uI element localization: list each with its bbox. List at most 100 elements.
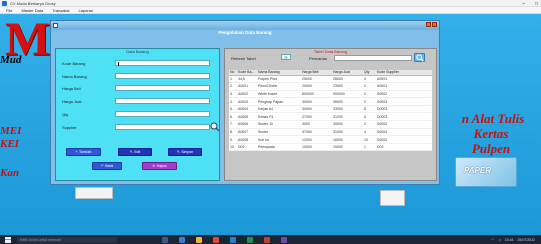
hapus-button[interactable]: ✕ Hapus (142, 162, 177, 170)
clock-time[interactable]: 15:44 (505, 238, 514, 242)
table-cell[interactable]: A0001 (237, 82, 257, 91)
table-cell[interactable]: 8 (363, 105, 376, 114)
simpan-button[interactable]: ✎ Simpan (168, 148, 202, 156)
table-cell[interactable]: D0003 (376, 105, 432, 114)
edge-icon[interactable] (179, 236, 185, 243)
table-cell[interactable]: A0006 (237, 120, 257, 129)
table-cell[interactable]: 27000 (301, 112, 332, 122)
table-cell[interactable]: 10000 (301, 143, 332, 152)
table-cell[interactable]: S0002 (376, 90, 432, 99)
supplier-search-button[interactable] (210, 122, 220, 132)
table-cell[interactable]: Pensquala (257, 143, 301, 152)
table-cell[interactable]: 1. (229, 75, 237, 84)
powerpoint-icon[interactable] (264, 236, 270, 243)
search-input[interactable] (334, 55, 412, 61)
table-cell[interactable]: D02 (237, 143, 257, 152)
windows-start-icon[interactable] (5, 236, 11, 243)
table-cell[interactable]: 5. (229, 105, 237, 114)
maximize-icon[interactable]: □ (535, 1, 538, 7)
table-cell[interactable]: Pensil 2b/bb (257, 82, 301, 91)
edit-button[interactable]: ✎ Edit (118, 148, 152, 156)
table-row[interactable]: 3. A0002 White board 800000 900000 2 S0002 (229, 90, 432, 99)
qty-input[interactable] (115, 111, 210, 117)
menu-file[interactable]: File (6, 8, 12, 13)
table-cell[interactable]: 10. (229, 143, 237, 152)
table-row[interactable]: 7. A0006 Sinder 10 3000 30000 2 S0002 (229, 120, 432, 129)
table-cell[interactable]: 33000 (332, 105, 363, 114)
table-cell[interactable]: Sinder (257, 128, 301, 137)
table-cell[interactable]: D02 (376, 143, 432, 152)
table-row[interactable]: 5. A0004 Kerjas A4 30000 33000 8 D0003 (229, 105, 432, 114)
table-cell[interactable]: 2 (363, 120, 376, 129)
table-row[interactable]: 1. 34,5 Pulpen Pilot 25000 28000 3 A0001 (229, 75, 432, 84)
table-cell[interactable]: 6. (229, 112, 237, 122)
nama-barang-input[interactable] (115, 73, 210, 79)
table-cell[interactable]: Kerjas A4 (257, 105, 301, 114)
table-cell[interactable]: S0002 (376, 135, 432, 144)
table-row[interactable]: 9. A0008 Kue ku 12000 16000 10 S0002 (229, 135, 432, 144)
table-cell[interactable]: 8. (229, 128, 237, 137)
menu-transaksi[interactable]: Transaksi (52, 8, 69, 13)
table-cell[interactable]: 30000 (301, 97, 332, 106)
taskbar-search-input[interactable]: Ketik di sini untuk mencari (17, 236, 117, 243)
excel-icon[interactable] (247, 236, 253, 243)
harga-jual-input[interactable] (115, 98, 210, 104)
table-cell[interactable]: 7. (229, 120, 237, 129)
tambah-button[interactable]: + Tambah (66, 148, 101, 156)
table-cell[interactable]: White board (257, 90, 301, 99)
table-cell[interactable]: 31000 (332, 112, 363, 122)
table-cell[interactable]: A0004 (237, 105, 257, 114)
menu-master-data[interactable]: Master Data (21, 8, 43, 13)
table-cell[interactable]: A0001 (376, 75, 432, 84)
table-cell[interactable]: 15000 (332, 143, 363, 152)
table-cell[interactable]: 20000 (301, 82, 332, 91)
table-cell[interactable]: Kertas F4 (257, 112, 301, 122)
table-cell[interactable]: 3 (363, 75, 376, 84)
table-cell[interactable]: Pulpen Pilot (257, 75, 301, 84)
table-cell[interactable]: 47000 (301, 128, 332, 137)
table-cell[interactable]: 35000 (332, 97, 363, 106)
chrome-icon[interactable] (213, 236, 219, 243)
table-cell[interactable]: 2. (229, 82, 237, 91)
table-cell[interactable]: A0003 (237, 97, 257, 106)
harga-beli-input[interactable] (115, 85, 210, 91)
table-search-button[interactable] (414, 53, 425, 62)
table-cell[interactable]: 25000 (301, 75, 332, 84)
table-cell[interactable]: 10 (363, 135, 376, 144)
table-cell[interactable]: 2 (363, 90, 376, 99)
table-cell[interactable]: 30000 (332, 120, 363, 129)
table-cell[interactable]: 23000 (332, 82, 363, 91)
refresh-button[interactable]: ⟳ (281, 54, 291, 60)
table-row[interactable]: 4. A0003 Penghap Papan 30000 35000 2 S0003 (229, 97, 432, 106)
table-cell[interactable]: 30000 (301, 105, 332, 114)
table-cell[interactable]: 9. (229, 135, 237, 144)
table-cell[interactable]: 3. (229, 90, 237, 99)
wifi-icon[interactable]: ◠ (491, 238, 494, 242)
table-cell[interactable]: Kue ku (257, 135, 301, 144)
table-cell[interactable]: Penghap Papan (257, 97, 301, 106)
table-cell[interactable]: 1 (363, 143, 376, 152)
table-cell[interactable]: 12000 (301, 135, 332, 144)
table-cell[interactable]: S0002 (376, 120, 432, 129)
table-cell[interactable]: 4. (229, 97, 237, 106)
table-cell[interactable]: Sinder 10 (257, 120, 301, 129)
minimize-icon[interactable]: – (522, 1, 525, 7)
table-cell[interactable]: 5 (363, 112, 376, 122)
table-row[interactable]: 2. A0001 Pensil 2b/bb 20000 23000 2 A0001 (229, 82, 432, 91)
kode-barang-input[interactable] (115, 60, 210, 66)
table-cell[interactable]: A0001 (376, 82, 432, 91)
table-cell[interactable]: A0008 (237, 135, 257, 144)
table-cell[interactable]: S0004 (376, 128, 432, 137)
supplier-input[interactable] (115, 124, 210, 130)
table-cell[interactable]: 4 (363, 128, 376, 137)
word-icon[interactable] (230, 236, 236, 243)
volume-icon[interactable]: ◁ (498, 238, 501, 242)
batal-button[interactable]: ↶ Batal (92, 162, 122, 170)
table-cell[interactable]: 2 (363, 97, 376, 106)
table-cell[interactable]: 2 (363, 82, 376, 91)
table-cell[interactable]: A0005 (237, 112, 257, 122)
clock-date[interactable]: 25/07/2022 (517, 238, 535, 242)
table-cell[interactable]: 3000 (301, 120, 332, 129)
table-cell[interactable]: 800000 (301, 90, 332, 99)
table-row[interactable]: 8. A0007 Sinder 47000 31000 4 S0004 (229, 128, 432, 137)
